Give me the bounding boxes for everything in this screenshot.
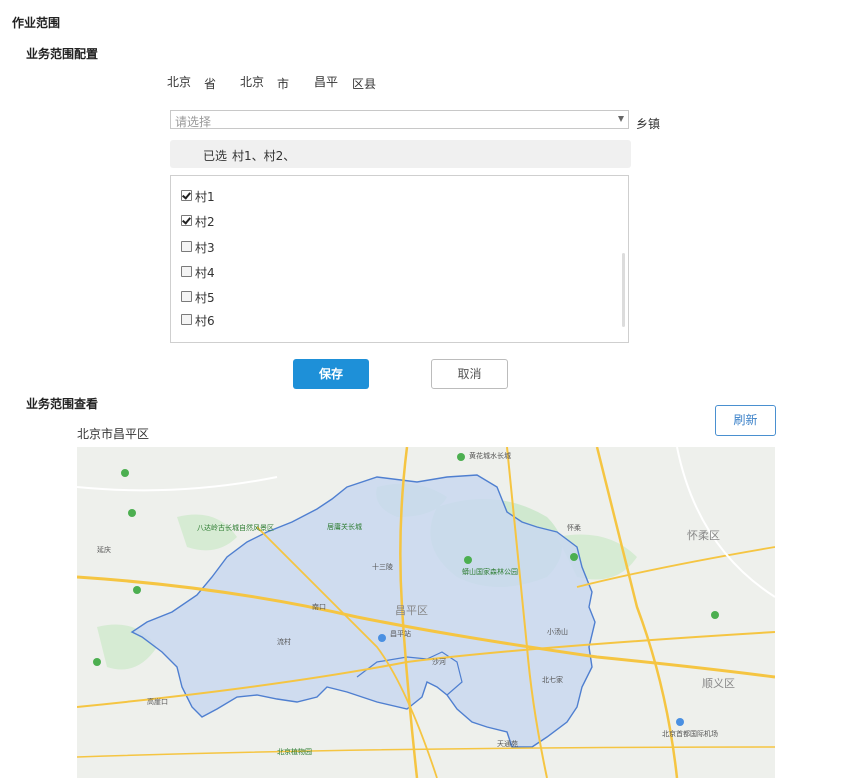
- config-title: 业务范围配置: [26, 47, 99, 61]
- checkbox[interactable]: [181, 291, 192, 302]
- district-unit: 区县: [352, 77, 377, 91]
- selected-summary: 已选 村1、村2、: [170, 140, 631, 168]
- save-button[interactable]: 保存: [293, 359, 369, 389]
- village-label: 村3: [195, 241, 215, 255]
- map-label-nankou: 南口: [312, 603, 326, 611]
- map-label-badaling: 八达岭古长城自然风景区: [197, 524, 274, 532]
- map-label-xiaotangshan: 小汤山: [547, 628, 568, 636]
- map-label-tiantongyuan: 天通苑: [497, 740, 518, 748]
- village-label: 村4: [195, 266, 215, 280]
- checkbox[interactable]: [181, 241, 192, 252]
- map-label-huairou-district: 怀柔区: [687, 529, 720, 542]
- map-label-gaoyakou: 高崖口: [147, 698, 168, 706]
- map-label-shahe: 沙河: [432, 658, 446, 666]
- map-label-shunyi-district: 顺义区: [702, 677, 735, 690]
- map-label-mangshan: 蟒山国家森林公园: [462, 568, 518, 576]
- township-unit: 乡镇: [636, 117, 661, 131]
- checkbox[interactable]: [181, 314, 192, 325]
- checkbox[interactable]: [181, 266, 192, 277]
- village-label: 村1: [195, 190, 215, 204]
- map-label-changping-district: 昌平区: [395, 604, 428, 617]
- region-name: 北京市昌平区: [77, 427, 150, 441]
- village-label: 村2: [195, 215, 215, 229]
- village-label: 村5: [195, 291, 215, 305]
- cancel-button[interactable]: 取消: [431, 359, 508, 389]
- selected-value: 村1、村2、: [232, 149, 296, 163]
- map-label-huairou-city: 怀柔: [567, 524, 581, 532]
- township-select[interactable]: 请选择: [170, 110, 629, 129]
- district-value[interactable]: 昌平: [314, 73, 338, 90]
- city-value[interactable]: 北京: [240, 73, 264, 90]
- map-label-yanqing: 延庆: [97, 546, 111, 554]
- scrollbar[interactable]: [622, 253, 625, 327]
- map-label-huanghuacheng: 黄花城水长城: [469, 452, 511, 460]
- map-label-capital-airport: 北京首都国际机场: [662, 730, 718, 738]
- map-label-beiqijia: 北七家: [542, 676, 563, 684]
- city-unit: 市: [277, 77, 290, 91]
- province-value[interactable]: 北京: [167, 73, 191, 90]
- village-label: 村6: [195, 314, 215, 328]
- section-title: 作业范围: [12, 16, 61, 30]
- province-unit: 省: [204, 77, 217, 91]
- refresh-button[interactable]: 刷新: [715, 405, 776, 436]
- map-label-beijing-botanic: 北京植物园: [277, 748, 312, 756]
- map-label-liucun: 流村: [277, 638, 291, 646]
- township-select-placeholder: 请选择: [175, 115, 212, 129]
- selected-label: 已选: [203, 149, 228, 163]
- chevron-down-icon[interactable]: [618, 116, 624, 122]
- map-label-shisanling: 十三陵: [372, 563, 393, 571]
- map[interactable]: 黄花城水长城 昌平区 怀柔区 顺义区 昌平站 蟒山国家森林公园 居庸关长城 北京…: [77, 447, 775, 778]
- map-label-changping-station: 昌平站: [390, 630, 411, 638]
- view-title: 业务范围查看: [26, 397, 99, 411]
- map-label-juyongguan: 居庸关长城: [327, 523, 362, 531]
- checkbox-checked[interactable]: [181, 190, 192, 201]
- checkbox-checked[interactable]: [181, 215, 192, 226]
- village-list[interactable]: 村1 村2 村3 村4 村5 村6: [170, 175, 629, 343]
